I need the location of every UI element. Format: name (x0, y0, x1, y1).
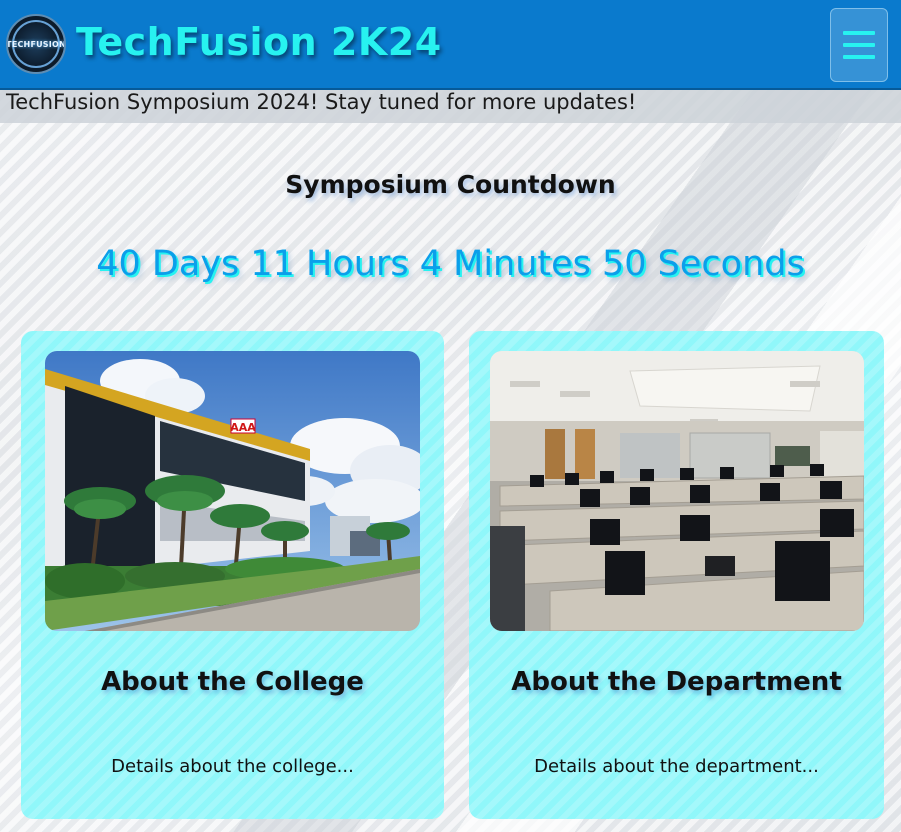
department-card-title: About the Department (511, 667, 842, 697)
hamburger-menu-icon (843, 29, 875, 61)
department-card[interactable]: About the Department Details about the d… (469, 331, 884, 819)
college-card-title: About the College (101, 667, 364, 697)
department-lab-image (490, 351, 864, 631)
college-card-description: Details about the college... (111, 756, 354, 777)
ticker-text: TechFusion Symposium 2024! Stay tuned fo… (6, 90, 637, 114)
announcement-ticker: TechFusion Symposium 2024! Stay tuned fo… (0, 90, 901, 123)
techfusion-logo[interactable]: TECHFUSION (6, 14, 66, 74)
logo-text: TECHFUSION (6, 39, 66, 49)
department-card-description: Details about the department... (534, 756, 819, 777)
menu-button[interactable] (830, 8, 888, 82)
site-header: TECHFUSION TechFusion 2K24 (0, 0, 901, 90)
countdown-title: Symposium Countdown (285, 170, 616, 199)
countdown-timer: 40 Days 11 Hours 4 Minutes 50 Seconds (96, 244, 805, 284)
college-card[interactable]: AAA About the College Details about the … (21, 331, 444, 819)
college-building-image: AAA (45, 351, 420, 631)
site-title: TechFusion 2K24 (76, 20, 442, 64)
building-sign: AAA (230, 421, 256, 434)
